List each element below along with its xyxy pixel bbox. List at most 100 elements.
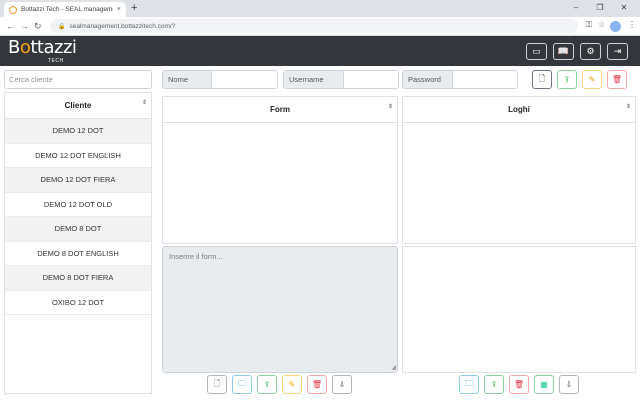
- grid-logo-button[interactable]: ▦: [534, 375, 554, 394]
- nome-input[interactable]: [212, 71, 277, 88]
- tab-title: Bottazzi Tech - SEAL manageme: [21, 6, 113, 13]
- form-textarea-box: ◢: [162, 246, 398, 373]
- form-panel: Form ⇕: [162, 96, 398, 244]
- logo-preview-area: [402, 246, 636, 373]
- reload-icon[interactable]: ↻: [34, 20, 42, 32]
- nome-label: Nome: [163, 71, 212, 88]
- close-window-button[interactable]: ✕: [612, 2, 636, 14]
- upload-client-button[interactable]: ⇪: [557, 70, 577, 89]
- presentation-icon: ▭: [532, 46, 541, 56]
- form-column-header[interactable]: Form ⇕: [163, 97, 397, 123]
- minimize-button[interactable]: –: [564, 2, 588, 14]
- client-column-label: Cliente: [64, 101, 92, 110]
- cloud-download-icon: ⇩: [565, 380, 573, 389]
- tab-close-icon[interactable]: ×: [117, 6, 121, 13]
- list-item[interactable]: DEMO 12 DOT: [5, 119, 151, 144]
- cloud-upload-icon: ⇪: [490, 380, 498, 389]
- new-form-button[interactable]: 🗋: [207, 375, 227, 394]
- url-field[interactable]: 🔒 sealmanagement.bottazzitech.com/?: [50, 19, 578, 33]
- edit-client-button[interactable]: ✎: [582, 70, 602, 89]
- form-column-label: Form: [270, 105, 290, 114]
- cloud-upload-icon: ⇪: [263, 380, 271, 389]
- list-item[interactable]: DEMO 8 DOT FIERA: [5, 266, 151, 291]
- nome-field-group: Nome: [162, 70, 278, 89]
- list-item[interactable]: OXIBO 12 DOT: [5, 291, 151, 315]
- browser-tab[interactable]: Bottazzi Tech - SEAL manageme ×: [4, 2, 126, 17]
- manual-button[interactable]: 📖: [553, 43, 574, 60]
- edit-form-button[interactable]: ✎: [282, 375, 302, 394]
- new-file-icon: 🗋: [538, 73, 546, 83]
- sort-icon: ⇕: [141, 100, 147, 106]
- logo: Bottazzi: [8, 37, 77, 58]
- list-item[interactable]: DEMO 12 DOT FIERA: [5, 168, 151, 193]
- form-textarea[interactable]: [169, 252, 391, 367]
- lock-icon: 🔒: [58, 23, 66, 30]
- address-bar: ← → ↻ 🔒 sealmanagement.bottazzitech.com/…: [0, 17, 640, 36]
- app-header: Bottazzi TECH ▭ 📖 ⚙ ⇥: [0, 36, 640, 66]
- browser-tab-bar: Bottazzi Tech - SEAL manageme × + – ❐ ✕: [0, 0, 640, 17]
- pencil-icon: ✎: [288, 380, 296, 389]
- url-text: sealmanagement.bottazzitech.com/?: [69, 22, 176, 30]
- folder-icon: 🗀: [465, 378, 473, 388]
- gear-icon: ⚙: [586, 46, 595, 56]
- presentation-button[interactable]: ▭: [526, 43, 547, 60]
- sort-icon: ⇕: [625, 104, 631, 110]
- book-icon: 📖: [557, 46, 570, 56]
- download-form-button[interactable]: ⇩: [332, 375, 352, 394]
- new-tab-button[interactable]: +: [131, 2, 137, 15]
- pencil-icon: ✎: [588, 75, 596, 84]
- upload-logo-button[interactable]: ⇪: [484, 375, 504, 394]
- resize-grip-icon[interactable]: ◢: [391, 365, 396, 371]
- cloud-download-icon: ⇩: [338, 380, 346, 389]
- favicon-icon: [9, 5, 17, 14]
- grid-icon: ▦: [540, 380, 548, 389]
- list-item[interactable]: DEMO 12 DOT OLD: [5, 193, 151, 217]
- trash-icon: 🗑: [611, 75, 623, 84]
- list-item[interactable]: DEMO 8 DOT: [5, 217, 151, 242]
- logo-rest: ttazzi: [30, 37, 77, 58]
- delete-logo-button[interactable]: 🗑: [509, 375, 529, 394]
- bookmark-star-icon[interactable]: ☆: [598, 20, 605, 29]
- open-logo-button[interactable]: 🗀: [459, 375, 479, 394]
- delete-form-button[interactable]: 🗑: [307, 375, 327, 394]
- loghi-column-label: Loghi: [508, 105, 530, 114]
- key-icon[interactable]: ⚿: [586, 20, 592, 30]
- window-controls: – ❐ ✕: [564, 2, 636, 14]
- client-column-header[interactable]: Cliente ⇕: [5, 93, 151, 119]
- username-input[interactable]: [344, 71, 398, 88]
- client-search-input[interactable]: [9, 75, 151, 84]
- maximize-button[interactable]: ❐: [588, 2, 612, 14]
- password-field-group: Password: [402, 70, 518, 89]
- password-input[interactable]: [453, 71, 517, 88]
- logo-letter-b: B: [8, 37, 20, 58]
- new-file-icon: 🗋: [213, 378, 221, 388]
- list-item[interactable]: DEMO 8 DOT ENGLISH: [5, 242, 151, 266]
- sort-icon: ⇕: [387, 104, 393, 110]
- password-label: Password: [403, 71, 453, 88]
- open-form-button[interactable]: 🗀: [232, 375, 252, 394]
- cloud-upload-icon: ⇪: [563, 75, 571, 84]
- upload-form-button[interactable]: ⇪: [257, 375, 277, 394]
- client-search-box: [4, 70, 152, 89]
- forward-icon[interactable]: →: [20, 20, 29, 32]
- trash-icon: 🗑: [311, 380, 323, 389]
- username-field-group: Username: [283, 70, 399, 89]
- logo-accent-o: o: [19, 37, 31, 58]
- profile-avatar[interactable]: [610, 21, 621, 32]
- loghi-panel: Loghi ⇕: [402, 96, 636, 244]
- logout-button[interactable]: ⇥: [607, 43, 628, 60]
- download-logo-button[interactable]: ⇩: [559, 375, 579, 394]
- folder-icon: 🗀: [238, 378, 246, 388]
- loghi-column-header[interactable]: Loghi ⇕: [403, 97, 635, 123]
- back-icon[interactable]: ←: [6, 20, 15, 32]
- delete-client-button[interactable]: 🗑: [607, 70, 627, 89]
- logo-subtitle: TECH: [48, 58, 64, 64]
- username-label: Username: [284, 71, 344, 88]
- client-list: Cliente ⇕ DEMO 12 DOT DEMO 12 DOT ENGLIS…: [4, 92, 152, 394]
- new-client-button[interactable]: 🗋: [532, 70, 552, 89]
- browser-menu-icon[interactable]: ⋮: [628, 20, 636, 29]
- trash-icon: 🗑: [513, 380, 525, 389]
- logout-icon: ⇥: [613, 46, 622, 56]
- list-item[interactable]: DEMO 12 DOT ENGLISH: [5, 144, 151, 168]
- settings-button[interactable]: ⚙: [580, 43, 601, 60]
